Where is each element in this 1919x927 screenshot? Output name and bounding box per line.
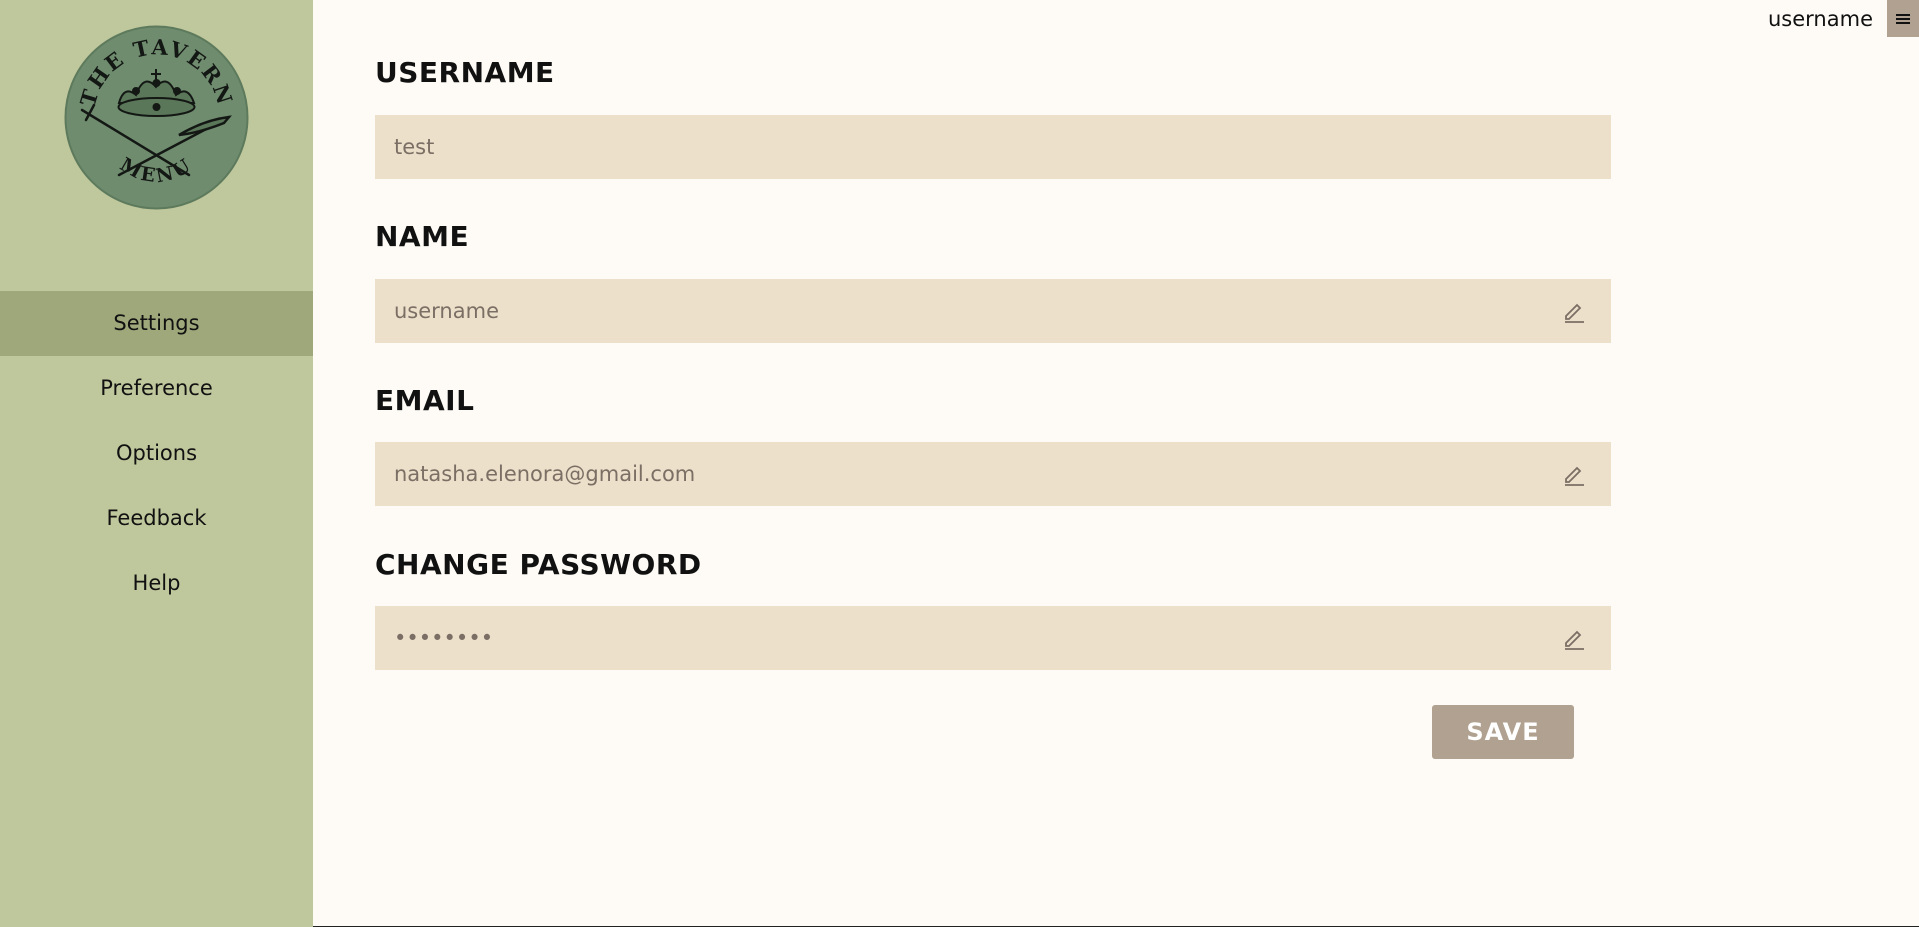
password-value: •••••••• — [394, 626, 494, 650]
user-name[interactable]: username — [1768, 7, 1873, 31]
username-value: test — [394, 135, 435, 159]
sidebar-item-settings[interactable]: Settings — [0, 291, 313, 356]
main-content: username USERNAME test NAME username EMA… — [313, 0, 1919, 927]
email-label: EMAIL — [375, 384, 475, 417]
save-button[interactable]: SAVE — [1432, 705, 1574, 759]
pencil-icon[interactable] — [1561, 461, 1587, 487]
pencil-icon[interactable] — [1561, 625, 1587, 651]
sidebar-nav: Settings Preference Options Feedback Hel… — [0, 291, 313, 616]
sidebar-item-preference[interactable]: Preference — [0, 356, 313, 421]
sidebar-item-options[interactable]: Options — [0, 421, 313, 486]
tavern-menu-logo: THE TAVERN MENU — [64, 25, 249, 210]
user-menu: username — [1768, 0, 1919, 37]
sidebar-item-feedback[interactable]: Feedback — [0, 486, 313, 551]
hamburger-icon — [1896, 13, 1910, 24]
sidebar-item-help[interactable]: Help — [0, 551, 313, 616]
name-value: username — [394, 299, 499, 323]
name-label: NAME — [375, 220, 470, 253]
username-label: USERNAME — [375, 56, 555, 89]
username-field: test — [375, 115, 1611, 179]
name-field[interactable]: username — [375, 279, 1611, 343]
email-field[interactable]: natasha.elenora@gmail.com — [375, 442, 1611, 506]
pencil-icon[interactable] — [1561, 298, 1587, 324]
sidebar: THE TAVERN MENU Settings Preference Opti… — [0, 0, 313, 927]
hamburger-menu-button[interactable] — [1887, 0, 1919, 37]
password-field[interactable]: •••••••• — [375, 606, 1611, 670]
email-value: natasha.elenora@gmail.com — [394, 462, 696, 486]
change-password-label: CHANGE PASSWORD — [375, 548, 702, 581]
